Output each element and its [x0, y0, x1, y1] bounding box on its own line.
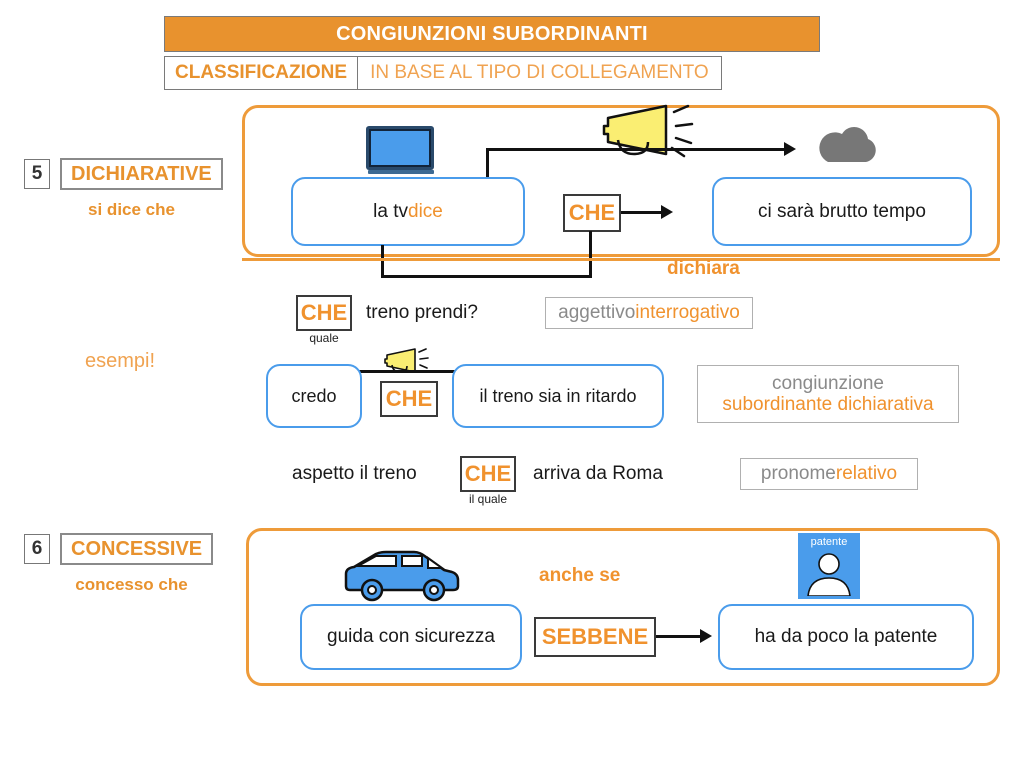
section-5-header: 5 DICHIARATIVE si dice che [24, 158, 239, 220]
example-2-keyword: CHE [380, 381, 438, 417]
section-6-name: CONCESSIVE [60, 533, 214, 565]
connector-horizontal-top [486, 148, 786, 151]
relation-line-dichiara [242, 258, 1000, 261]
page-title: CONGIUNZIONI SUBORDINANTI [336, 22, 648, 45]
page-title-banner: CONGIUNZIONI SUBORDINANTI [164, 16, 820, 52]
classification-description: IN BASE AL TIPO DI COLLEGAMENTO [358, 56, 722, 90]
classification-label: CLASSIFICAZIONE [164, 56, 359, 90]
example-3-keyword-group: CHE il quale [460, 456, 516, 506]
id-card-icon: patente [798, 533, 860, 599]
phrase-box-ci-sara-brutto-tempo: ci sarà brutto tempo [712, 177, 972, 246]
example-1-text: treno prendi? [366, 302, 478, 323]
example-row-1: CHE quale treno prendi? [296, 295, 478, 345]
example-1-tag-gray: aggettivo [558, 302, 636, 324]
section-5-number: 5 [24, 159, 50, 189]
example-2-tag-gray: congiunzione [772, 372, 884, 394]
relation-label-dichiara: dichiara [667, 258, 740, 279]
connector-arrow-top [784, 142, 796, 156]
example-1-tag-orange: interrogativo [635, 302, 740, 324]
example-3-tag-orange: relativo [835, 463, 898, 485]
car-icon [340, 548, 462, 607]
examples-label: esempi! [85, 350, 156, 372]
example-1-keyword: CHE [296, 295, 352, 331]
phrase-box-ha-da-poco-la-patente: ha da poco la patente [718, 604, 974, 670]
tv-icon [366, 126, 434, 174]
classification-row: CLASSIFICAZIONE IN BASE AL TIPO DI COLLE… [164, 56, 722, 90]
example-1-tag: aggettivo interrogativo [545, 297, 753, 329]
megaphone-icon [596, 104, 714, 160]
bracket-vertical-right [589, 231, 592, 278]
bracket-vertical-left [381, 245, 384, 278]
example-3-keyword-sub: il quale [468, 492, 508, 506]
section-5-name: DICHIARATIVE [60, 158, 223, 190]
keyword-box-che-1: CHE [563, 194, 621, 232]
relation-label-anche-se: anche se [539, 565, 621, 586]
connector-che-to-right [621, 211, 663, 214]
bracket-horizontal [381, 275, 592, 278]
example-2-tag: congiunzione subordinante dichiarativa [697, 365, 959, 423]
section-6-header: 6 CONCESSIVE concesso che [24, 533, 239, 595]
example-2-left-phrase: credo [266, 364, 362, 428]
section-6-subtitle: concesso che [75, 575, 188, 594]
example-2-right-phrase: il treno sia in ritardo [452, 364, 664, 428]
id-card-label: patente [810, 536, 848, 548]
example-2-tag-orange: subordinante dichiarativa [722, 394, 934, 415]
connector-sebbene-arrow [700, 629, 712, 643]
example-3-text-after: arriva da Roma [533, 463, 663, 484]
keyword-box-sebbene: SEBBENE [534, 617, 656, 657]
connector-arrow-che [661, 205, 673, 219]
example-3-keyword: CHE [460, 456, 516, 492]
example-3-tag-gray: pronome [760, 463, 836, 485]
example-1-keyword-sub: quale [309, 331, 339, 345]
phrase-dice: dice [408, 200, 443, 222]
phrase-la-tv: la tv [373, 200, 408, 222]
example-3-text-before: aspetto il treno [292, 463, 417, 484]
cloud-icon [812, 126, 882, 171]
phrase-box-la-tv-dice: la tv dice [291, 177, 525, 246]
section-5-subtitle: si dice che [88, 200, 175, 219]
section-6-number: 6 [24, 534, 50, 564]
phrase-box-guida-con-sicurezza: guida con sicurezza [300, 604, 522, 670]
connector-sebbene-horizontal [656, 635, 702, 638]
example-3-tag: pronome relativo [740, 458, 918, 490]
